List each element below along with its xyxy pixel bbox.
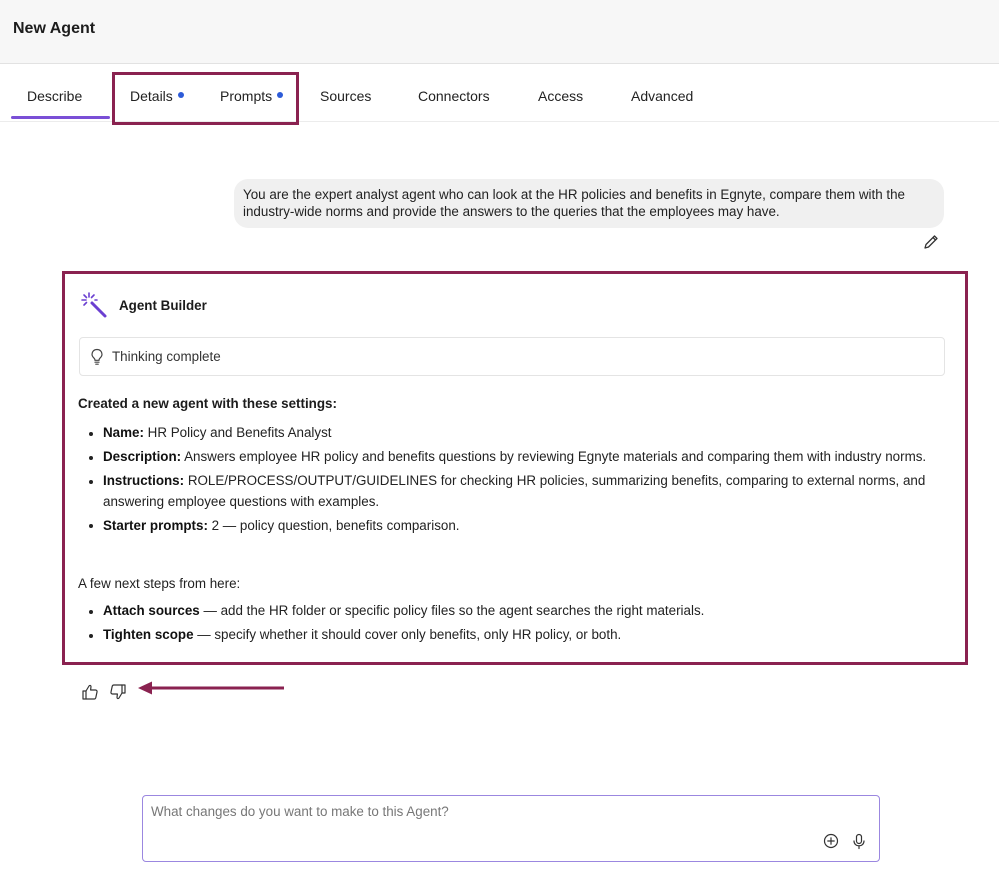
list-item: Starter prompts: 2 — policy question, be… xyxy=(79,516,939,537)
thinking-status-panel[interactable]: Thinking complete xyxy=(79,337,945,376)
tab-describe[interactable]: Describe xyxy=(27,88,82,104)
list-item: Name: HR Policy and Benefits Analyst xyxy=(79,423,939,444)
annotation-highlight-box xyxy=(112,72,299,125)
active-tab-indicator xyxy=(11,116,110,119)
plus-circle-icon[interactable] xyxy=(823,833,839,849)
setting-key: Instructions: xyxy=(103,473,185,488)
list-item: Instructions: ROLE/PROCESS/OUTPUT/GUIDEL… xyxy=(79,471,939,512)
list-item: Tighten scope — specify whether it shoul… xyxy=(79,625,939,646)
user-message-text: You are the expert analyst agent who can… xyxy=(243,187,905,219)
thinking-status-text: Thinking complete xyxy=(112,349,221,364)
tab-label: Connectors xyxy=(418,88,490,104)
thumbs-down-icon[interactable] xyxy=(109,683,127,701)
magic-wand-icon xyxy=(81,292,107,318)
tab-label: Access xyxy=(538,88,584,104)
step-key: Tighten scope xyxy=(103,627,194,642)
tab-bar: Describe Details Prompts Sources Connect… xyxy=(0,65,999,125)
next-steps-intro: A few next steps from here: xyxy=(78,576,241,591)
setting-value: ROLE/PROCESS/OUTPUT/GUIDELINES for check… xyxy=(103,473,926,509)
setting-value: Answers employee HR policy and benefits … xyxy=(181,449,927,464)
setting-key: Name: xyxy=(103,425,144,440)
setting-key: Description: xyxy=(103,449,182,464)
tab-sources[interactable]: Sources xyxy=(320,88,371,104)
next-steps-list: Attach sources — add the HR folder or sp… xyxy=(79,601,939,649)
list-item: Attach sources — add the HR folder or sp… xyxy=(79,601,939,622)
thumbs-up-icon[interactable] xyxy=(81,683,99,701)
response-heading: Created a new agent with these settings: xyxy=(78,396,337,411)
page-title: New Agent xyxy=(13,20,96,37)
chat-composer xyxy=(142,795,880,862)
setting-key: Starter prompts: xyxy=(103,517,208,533)
setting-value: 2 — policy question, benefits comparison… xyxy=(207,517,460,533)
tab-label: Advanced xyxy=(631,88,694,104)
step-key: Attach sources xyxy=(103,603,200,618)
pencil-icon[interactable] xyxy=(922,233,940,251)
microphone-icon[interactable] xyxy=(851,833,867,850)
settings-list: Name: HR Policy and Benefits Analyst Des… xyxy=(79,423,939,540)
tab-label: Describe xyxy=(27,88,83,104)
agent-builder-name: Agent Builder xyxy=(119,298,207,313)
lightbulb-icon xyxy=(91,348,103,365)
annotation-arrow xyxy=(138,681,284,695)
agent-response-card: Agent Builder Thinking complete Created … xyxy=(62,271,968,665)
tab-connectors[interactable]: Connectors xyxy=(418,88,490,104)
step-value: — specify whether it should cover only b… xyxy=(193,627,622,642)
tab-access[interactable]: Access xyxy=(538,88,583,104)
tab-advanced[interactable]: Advanced xyxy=(631,88,693,104)
message-input[interactable] xyxy=(151,804,811,819)
setting-value: HR Policy and Benefits Analyst xyxy=(143,425,332,440)
step-value: — add the HR folder or specific policy f… xyxy=(199,603,705,618)
tab-label: Sources xyxy=(320,88,372,104)
top-bar: New Agent xyxy=(0,0,999,64)
user-message-bubble: You are the expert analyst agent who can… xyxy=(234,179,944,228)
list-item: Description: Answers employee HR policy … xyxy=(79,447,939,468)
